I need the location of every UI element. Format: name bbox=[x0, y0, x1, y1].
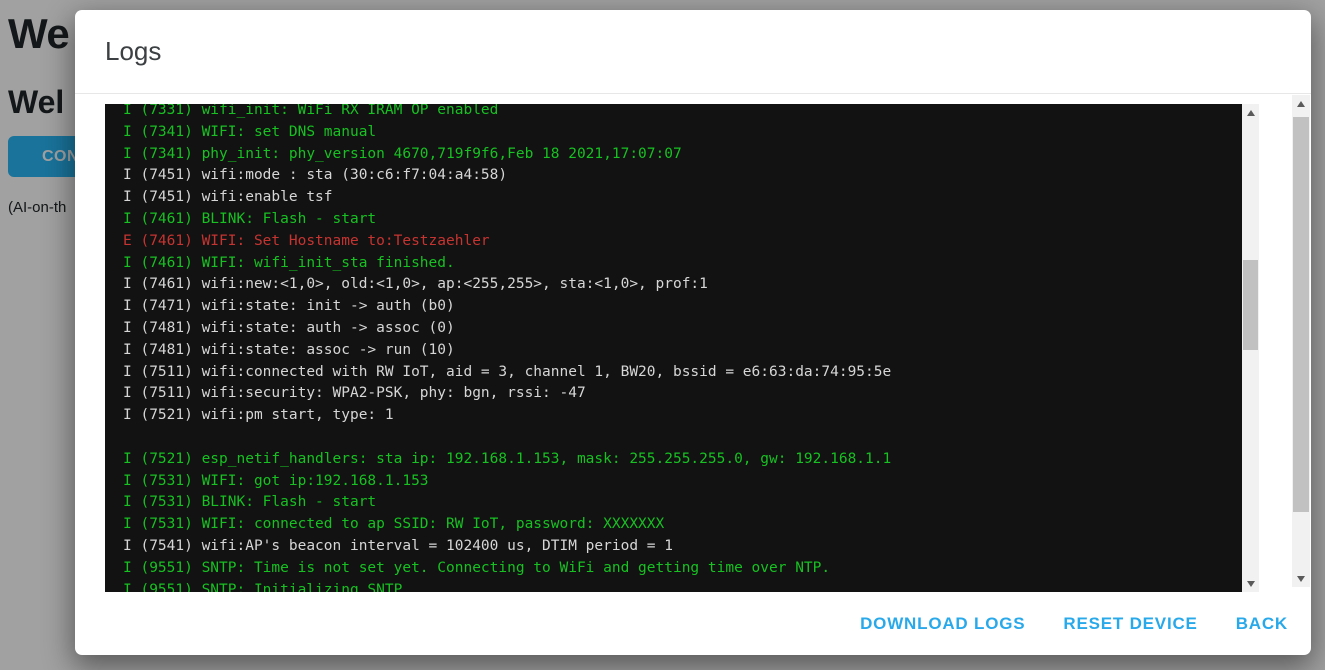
log-line: I (7451) wifi:mode : sta (30:c6:f7:04:a4… bbox=[123, 165, 1259, 187]
log-line: I (7521) wifi:pm start, type: 1 bbox=[123, 405, 1259, 427]
log-line: I (7531) WIFI: connected to ap SSID: RW … bbox=[123, 514, 1259, 536]
log-line: I (7471) wifi:state: init -> auth (b0) bbox=[123, 296, 1259, 318]
log-scrollbar[interactable] bbox=[1242, 104, 1259, 592]
log-line bbox=[123, 427, 1259, 449]
log-lines: I (7331) wifi_init: WiFi RX IRAM OP enab… bbox=[105, 104, 1259, 592]
log-line: I (7481) wifi:state: assoc -> run (10) bbox=[123, 340, 1259, 362]
log-line: I (7531) BLINK: Flash - start bbox=[123, 492, 1259, 514]
log-line: E (7461) WIFI: Set Hostname to:Testzaehl… bbox=[123, 231, 1259, 253]
log-line: I (7461) wifi:new:<1,0>, old:<1,0>, ap:<… bbox=[123, 274, 1259, 296]
dialog-title: Logs bbox=[105, 36, 161, 67]
log-line: I (7341) phy_init: phy_version 4670,719f… bbox=[123, 144, 1259, 166]
log-console[interactable]: I (7331) wifi_init: WiFi RX IRAM OP enab… bbox=[105, 104, 1259, 592]
dialog-scrollbar-thumb[interactable] bbox=[1293, 117, 1309, 512]
log-line: I (7461) BLINK: Flash - start bbox=[123, 209, 1259, 231]
scroll-down-arrow-icon[interactable] bbox=[1242, 575, 1259, 592]
scroll-up-arrow-icon[interactable] bbox=[1242, 104, 1259, 121]
log-line: I (7511) wifi:security: WPA2-PSK, phy: b… bbox=[123, 383, 1259, 405]
log-scrollbar-thumb[interactable] bbox=[1243, 260, 1258, 350]
download-logs-button[interactable]: DOWNLOAD LOGS bbox=[858, 608, 1027, 640]
log-line: I (9551) SNTP: Time is not set yet. Conn… bbox=[123, 558, 1259, 580]
dialog-header: Logs bbox=[75, 10, 1311, 94]
dialog-scrollbar[interactable] bbox=[1292, 95, 1310, 587]
log-line: I (7331) wifi_init: WiFi RX IRAM OP enab… bbox=[123, 104, 1259, 122]
back-button[interactable]: BACK bbox=[1234, 608, 1290, 640]
log-line: I (7541) wifi:AP's beacon interval = 102… bbox=[123, 536, 1259, 558]
scroll-up-arrow-icon[interactable] bbox=[1292, 95, 1310, 112]
log-line: I (7451) wifi:enable tsf bbox=[123, 187, 1259, 209]
reset-device-button[interactable]: RESET DEVICE bbox=[1061, 608, 1199, 640]
log-line: I (7341) WIFI: set DNS manual bbox=[123, 122, 1259, 144]
log-line: I (7481) wifi:state: auth -> assoc (0) bbox=[123, 318, 1259, 340]
log-line: I (7511) wifi:connected with RW IoT, aid… bbox=[123, 362, 1259, 384]
log-line: I (7521) esp_netif_handlers: sta ip: 192… bbox=[123, 449, 1259, 471]
log-line: I (9551) SNTP: Initializing SNTP bbox=[123, 580, 1259, 592]
dialog-footer: DOWNLOAD LOGS RESET DEVICE BACK bbox=[75, 592, 1311, 655]
logs-dialog: Logs I (7331) wifi_init: WiFi RX IRAM OP… bbox=[75, 10, 1311, 655]
log-line: I (7531) WIFI: got ip:192.168.1.153 bbox=[123, 471, 1259, 493]
scroll-down-arrow-icon[interactable] bbox=[1292, 570, 1310, 587]
log-line: I (7461) WIFI: wifi_init_sta finished. bbox=[123, 253, 1259, 275]
